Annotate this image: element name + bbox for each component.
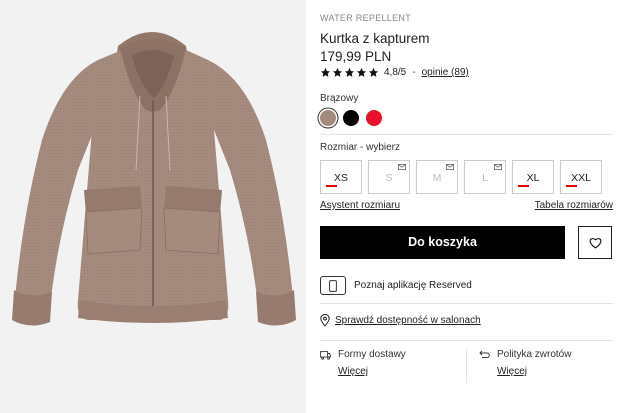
low-stock-indicator: [518, 185, 529, 187]
divider: [320, 303, 613, 304]
delivery-title: Formy dostawy: [338, 349, 406, 360]
app-promo[interactable]: Poznaj aplikację Reserved: [320, 276, 472, 295]
divider: [320, 134, 613, 135]
product-title: Kurtka z kapturem: [320, 31, 430, 46]
size-label-m: M: [432, 172, 442, 184]
returns-more-link[interactable]: Więcej: [497, 366, 612, 377]
store-availability-link[interactable]: Sprawdź dostępność w salonach: [335, 315, 481, 326]
product-price: 179,99 PLN: [320, 49, 392, 64]
size-label-s: S: [385, 172, 393, 184]
color-swatches: [320, 110, 382, 126]
size-option-xl[interactable]: XL: [512, 160, 554, 194]
star-icon: [356, 67, 367, 77]
rating-stars: [320, 67, 379, 78]
star-icon: [368, 67, 379, 77]
rating-separator: -: [412, 67, 416, 78]
color-label: Brązowy: [320, 93, 359, 104]
envelope-icon: [494, 164, 502, 170]
envelope-icon: [446, 164, 454, 170]
size-option-xs[interactable]: XS: [320, 160, 362, 194]
product-badge: WATER REPELLENT: [320, 13, 412, 23]
color-swatch-black[interactable]: [343, 110, 359, 126]
size-table-link[interactable]: Tabela rozmiarów: [535, 200, 613, 211]
star-icon: [332, 67, 343, 77]
low-stock-indicator: [566, 185, 577, 187]
star-icon: [344, 67, 355, 77]
app-promo-text: Poznaj aplikację Reserved: [354, 280, 472, 291]
size-option-xxl[interactable]: XXL: [560, 160, 602, 194]
brown-hooded-jacket-image: [12, 32, 296, 326]
delivery-info: Formy dostawy Więcej: [320, 349, 466, 383]
color-swatch-red[interactable]: [366, 110, 382, 126]
size-label-xl: XL: [526, 172, 540, 184]
info-columns: Formy dostawy Więcej Polityka zwrotów Wi…: [320, 349, 613, 383]
reviews-link[interactable]: opinie (89): [422, 67, 469, 78]
size-label-xs: XS: [333, 172, 348, 184]
add-to-cart-button[interactable]: Do koszyka: [320, 226, 565, 259]
rating-row: 4,8/5 - opinie (89): [320, 67, 469, 78]
store-availability: Sprawdź dostępność w salonach: [320, 314, 481, 327]
product-image-panel: [0, 0, 306, 413]
heart-icon: [589, 237, 601, 249]
size-option-s[interactable]: S: [368, 160, 410, 194]
size-option-l[interactable]: L: [464, 160, 506, 194]
phone-icon: [320, 276, 346, 295]
return-arrow-icon: [479, 350, 490, 358]
size-assistant-link[interactable]: Asystent rozmiaru: [320, 200, 400, 211]
size-options: XS S M L XL XXL: [320, 160, 602, 194]
truck-icon: [320, 350, 331, 360]
returns-title: Polityka zwrotów: [497, 349, 572, 360]
delivery-more-link[interactable]: Więcej: [338, 366, 466, 377]
envelope-icon: [398, 164, 406, 170]
low-stock-indicator: [326, 185, 337, 187]
location-pin-icon: [320, 314, 330, 327]
size-label-l: L: [482, 172, 488, 184]
color-swatch-brown[interactable]: [320, 110, 336, 126]
size-links: Asystent rozmiaru Tabela rozmiarów: [320, 200, 613, 211]
size-label-xxl: XXL: [571, 172, 591, 184]
size-label: Rozmiar - wybierz: [320, 142, 401, 153]
wishlist-button[interactable]: [578, 226, 612, 259]
size-option-m[interactable]: M: [416, 160, 458, 194]
rating-score: 4,8/5: [384, 67, 407, 78]
returns-info: Polityka zwrotów Więcej: [466, 349, 612, 383]
star-icon: [320, 67, 331, 77]
divider: [320, 340, 613, 341]
